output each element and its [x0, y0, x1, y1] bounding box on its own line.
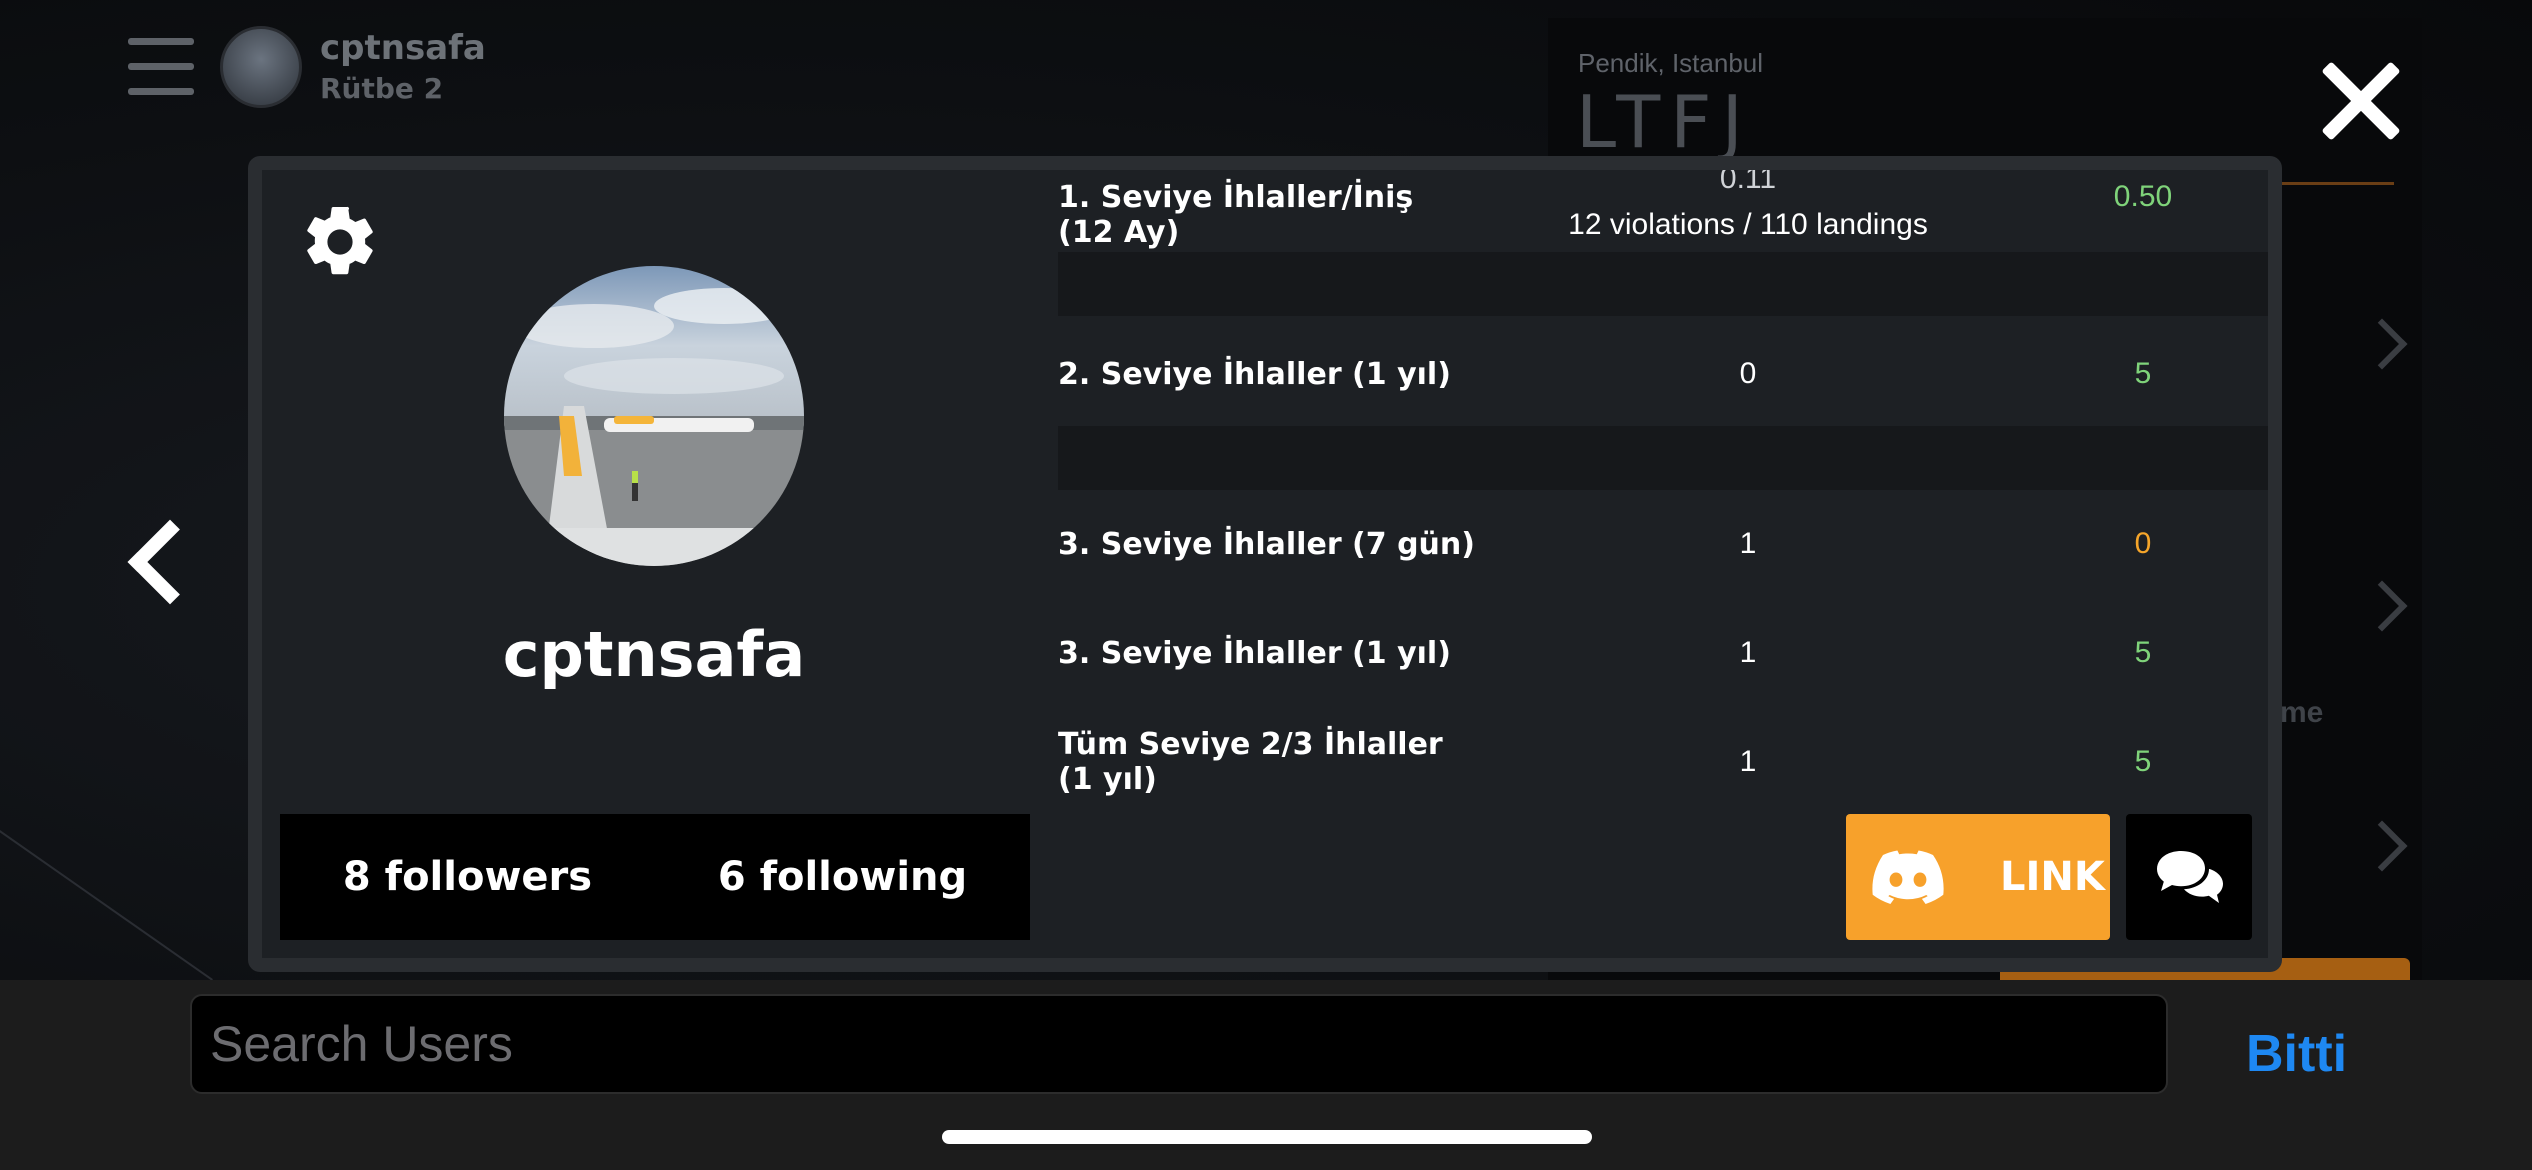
stat-label: 1. Seviye İhlaller/İniş (12 Ay) [1058, 180, 1414, 250]
stat-value: 0 [1739, 357, 1757, 390]
stat-required: 0 [2134, 527, 2152, 560]
stat-label: 2. Seviye İhlaller (1 yıl) [1058, 356, 1451, 392]
stat-row: 3. Seviye İhlaller (7 gün) 1 0 [1058, 512, 2268, 576]
stat-label: 3. Seviye İhlaller (1 yıl) [1058, 635, 1451, 671]
home-indicator[interactable] [942, 1130, 1592, 1144]
profile-username: cptnsafa [502, 618, 806, 691]
gear-icon[interactable] [298, 200, 382, 284]
current-user-rank: Rütbe 2 [320, 72, 444, 105]
stat-required: 5 [2134, 636, 2152, 669]
airport-location: Pendik, Istanbul [1578, 48, 1764, 78]
stat-value: 1 [1739, 636, 1757, 669]
stat-row: Tüm Seviye 2/3 İhlaller (1 yıl) 1 5 [1058, 727, 2268, 797]
current-user-avatar[interactable] [220, 26, 302, 108]
stat-row: 3. Seviye İhlaller (1 yıl) 1 5 [1058, 621, 2268, 685]
search-users-input[interactable] [190, 994, 2168, 1094]
stat-value: 12 violations / 110 landings [1568, 208, 1928, 241]
stat-required: 0.50 [2113, 180, 2173, 213]
stat-required: 5 [2134, 745, 2152, 778]
stat-value: 1 [1739, 527, 1757, 560]
hamburger-menu-icon[interactable] [128, 38, 194, 96]
followers-count[interactable]: 8 followers [280, 854, 655, 900]
close-icon[interactable] [2318, 58, 2404, 144]
profile-avatar [504, 266, 804, 566]
current-user-name: cptnsafa [320, 28, 486, 68]
stat-label: Tüm Seviye 2/3 İhlaller (1 yıl) [1058, 727, 1443, 797]
stat-row: 2. Seviye İhlaller (1 yıl) 0 5 [1058, 342, 2268, 406]
chat-bubbles-icon [2157, 851, 2223, 903]
current-user-info: cptnsafa Rütbe 2 [320, 28, 486, 105]
follow-stats: 8 followers 6 following [280, 814, 1030, 940]
profile-modal: cptnsafa 8 followers 6 following 1. Sevi… [248, 156, 2282, 972]
done-button[interactable]: Bitti [2246, 1024, 2347, 1084]
stat-required: 5 [2134, 357, 2152, 390]
following-count[interactable]: 6 following [655, 854, 1030, 900]
airport-code: LTFJ [1576, 80, 1753, 164]
row-divider-band [1058, 426, 2268, 490]
stat-value: 1 [1739, 745, 1757, 778]
link-button-label: LINK [2000, 854, 2105, 900]
discord-icon [1872, 850, 1944, 904]
row-divider-band [1058, 252, 2268, 316]
violations-table[interactable]: 1. Seviye İhlaller/İniş (12 Ay) 0.11 12 … [1058, 170, 2268, 810]
chat-button[interactable] [2126, 814, 2252, 940]
stat-row: 1. Seviye İhlaller/İniş (12 Ay) 0.11 12 … [1058, 170, 2268, 252]
stat-value-partial: 0.11 [1719, 162, 1777, 195]
discord-link-button[interactable]: LINK [1846, 814, 2110, 940]
stat-label: 3. Seviye İhlaller (7 gün) [1058, 526, 1475, 562]
side-time-label: me [2280, 696, 2324, 729]
